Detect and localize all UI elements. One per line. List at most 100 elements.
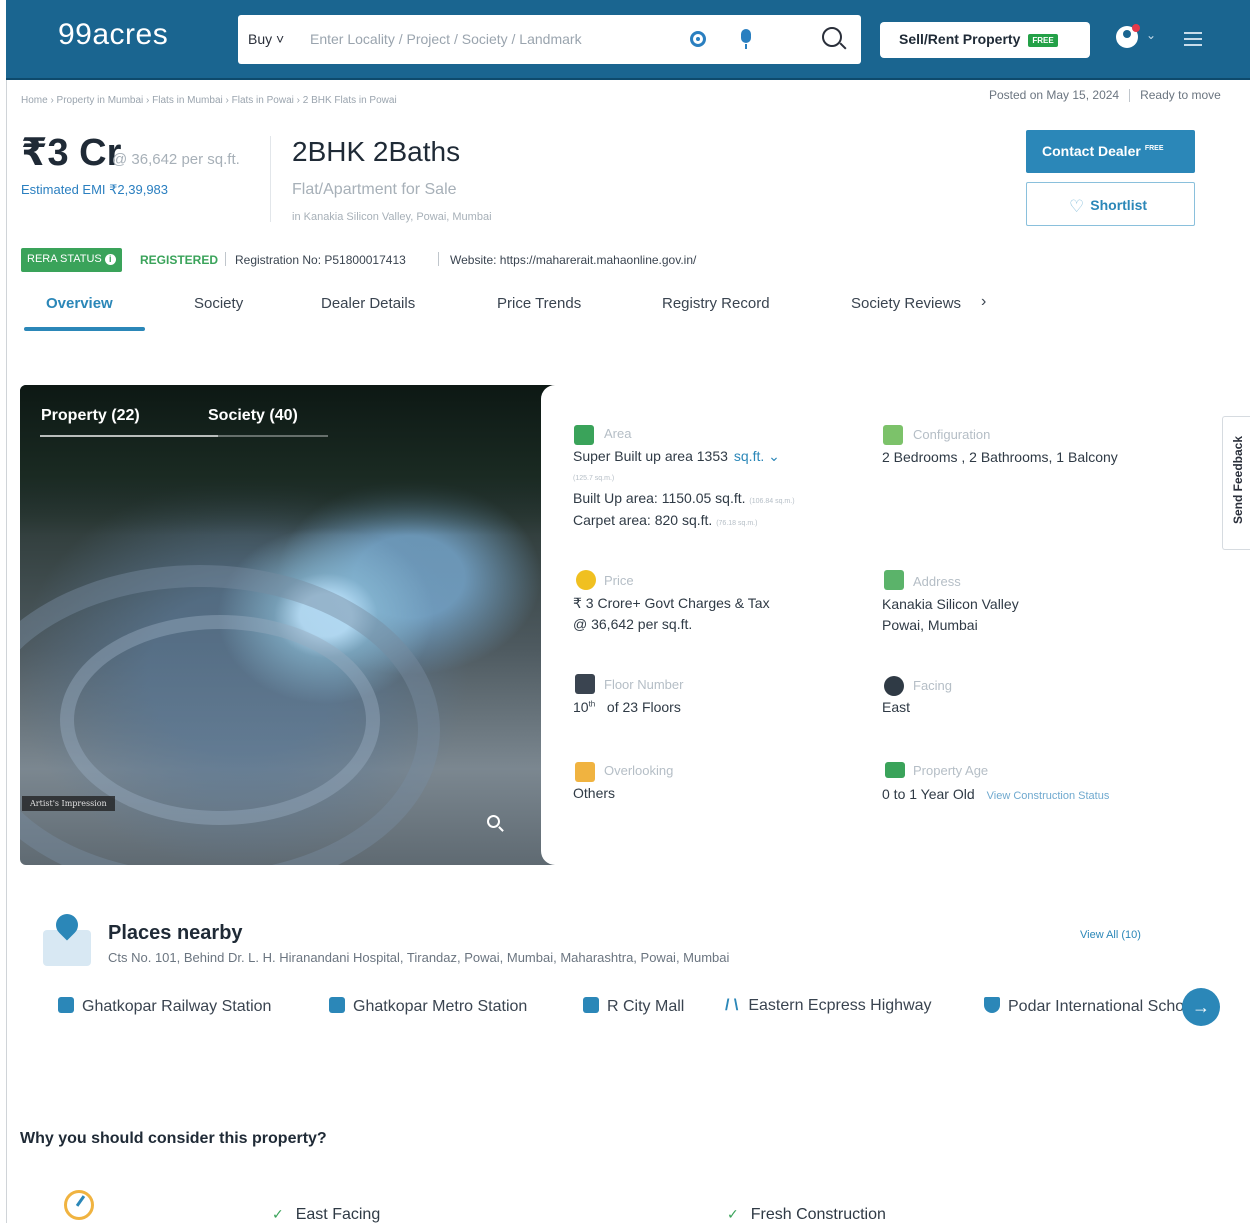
microphone-icon[interactable] [741, 29, 751, 49]
estimated-emi-link[interactable]: Estimated EMI ₹2,39,983 [21, 182, 168, 198]
map-pin-icon [43, 909, 91, 966]
built-up-value: Built Up area: 1150.05 sq.ft. [573, 490, 746, 506]
contact-dealer-button[interactable]: Contact Dealer FREE [1026, 130, 1195, 173]
sell-rent-property-button[interactable]: Sell/Rent Property FREE [880, 22, 1090, 58]
artist-impression-label: Artist's Impression [22, 796, 115, 811]
chevron-right-icon[interactable]: › [981, 293, 986, 311]
carpet-area: Carpet area: 820 sq.ft. (76.18 sq.m.) [573, 512, 757, 528]
overlooking-icon [575, 762, 595, 782]
floor-value: 10th of 23 Floors [573, 699, 681, 715]
search-input[interactable]: Enter Locality / Project / Society / Lan… [310, 31, 582, 47]
poi-chip[interactable]: R City Mall [583, 997, 684, 1016]
check-icon: ✓ [272, 1206, 284, 1222]
location-target-icon[interactable] [690, 31, 706, 47]
rera-registered-status: REGISTERED [140, 253, 219, 267]
shortlist-button[interactable]: ♡ Shortlist [1026, 182, 1195, 226]
send-feedback-tab[interactable]: Send Feedback [1222, 416, 1250, 550]
site-logo[interactable]: 99acres [58, 18, 168, 52]
rera-website-link[interactable]: Website: https://maharerait.mahaonline.g… [450, 253, 696, 267]
breadcrumb[interactable]: Home › Property in Mumbai › Flats in Mum… [21, 95, 397, 106]
possession-status: Ready to move [1140, 88, 1221, 102]
area-label: Area [604, 426, 632, 441]
poi-chip[interactable]: Podar International School [984, 997, 1195, 1016]
contact-dealer-label: Contact Dealer [1042, 143, 1141, 159]
configuration-icon [883, 425, 903, 445]
overlooking-value: Others [573, 785, 616, 801]
gallery-tab-indicator [40, 435, 218, 437]
info-icon[interactable]: i [104, 254, 116, 265]
listing-location[interactable]: in Kanakia Silicon Valley, Powai, Mumbai [292, 211, 492, 223]
tab-society-reviews[interactable]: Society Reviews [851, 295, 961, 312]
view-construction-status-link[interactable]: View Construction Status [987, 790, 1110, 802]
why-item: ✓ Fresh Construction [727, 1206, 886, 1223]
price-value: ₹ 3 Crore+ Govt Charges & Tax [573, 595, 770, 611]
area-icon [574, 425, 594, 445]
tab-dealer-details[interactable]: Dealer Details [321, 295, 415, 312]
address-signpost-icon [884, 570, 904, 590]
price-per-sqft: @ 36,642 per sq.ft. [112, 151, 240, 168]
property-age-text: 0 to 1 Year Old [882, 786, 975, 802]
view-all-places-link[interactable]: View All (10) [1080, 929, 1141, 941]
school-icon [984, 997, 1000, 1013]
property-photo-gallery[interactable]: Property (22) Society (40) Artist's Impr… [20, 385, 576, 865]
carpet-sqm: (76.18 sq.m.) [716, 520, 758, 527]
rera-status-badge[interactable]: RERA STATUS i [21, 248, 122, 272]
active-tab-indicator [24, 327, 145, 331]
buy-dropdown[interactable]: Buy ˅ [248, 31, 284, 47]
super-built-sqm: (125.7 sq.m.) [573, 475, 615, 482]
poi-chip[interactable]: / \ Eastern Ecpress Highway [725, 997, 932, 1015]
highway-icon: / \ [725, 997, 739, 1014]
address-label: Address [913, 574, 961, 589]
menu-icon[interactable] [1184, 32, 1202, 46]
rera-badge-label: RERA STATUS [27, 253, 102, 265]
listing-subtitle: Flat/Apartment for Sale [292, 181, 457, 198]
gallery-tab-society[interactable]: Society (40) [208, 407, 298, 425]
floor-number: 10 [573, 699, 589, 715]
tab-overview[interactable]: Overview [46, 295, 113, 312]
listing-title: 2BHK 2Baths [292, 136, 461, 167]
price-per-sqft-value: @ 36,642 per sq.ft. [573, 616, 693, 632]
why-item-label: Fresh Construction [750, 1206, 886, 1223]
top-header: 99acres Buy ˅ Enter Locality / Project /… [6, 0, 1250, 80]
address-line2: Powai, Mumbai [882, 617, 978, 633]
tab-registry-record[interactable]: Registry Record [662, 295, 770, 312]
why-item: ✓ East Facing [272, 1206, 380, 1223]
poi-overflow-container: Podar International School [980, 990, 1195, 1024]
floor-building-icon [575, 674, 595, 694]
tab-society[interactable]: Society [194, 295, 243, 312]
poi-label: R City Mall [607, 998, 685, 1015]
gallery-image [60, 615, 380, 825]
chevron-down-icon[interactable]: ⌄ [1146, 28, 1156, 42]
places-nearby-title: Places nearby [108, 922, 243, 944]
super-built-up-value: Super Built up area 1353 [573, 448, 728, 464]
address-line1: Kanakia Silicon Valley [882, 596, 1019, 612]
gallery-tab-property[interactable]: Property (22) [41, 407, 140, 425]
poi-label: Ghatkopar Metro Station [353, 998, 528, 1015]
poi-chip[interactable]: Ghatkopar Railway Station [58, 997, 271, 1016]
overlooking-label: Overlooking [604, 763, 674, 778]
divider [270, 136, 271, 222]
poi-label: Ghatkopar Railway Station [82, 998, 272, 1015]
posted-info: Posted on May 15, 2024 Ready to move [989, 88, 1221, 103]
poi-label: Podar International School [1008, 998, 1195, 1015]
search-bar[interactable]: Buy ˅ Enter Locality / Project / Society… [238, 15, 861, 64]
why-consider-title: Why you should consider this property? [20, 1130, 327, 1147]
super-built-up-area: Super Built up area 1353 sq.ft. ⌄ [573, 448, 780, 465]
shopping-basket-icon [583, 997, 599, 1013]
zoom-icon[interactable] [487, 815, 500, 828]
property-age-value: 0 to 1 Year Old View Construction Status [882, 786, 1109, 802]
property-age-icon [885, 762, 905, 778]
free-badge: FREE [1144, 145, 1164, 153]
next-arrow-button[interactable]: → [1182, 988, 1220, 1026]
poi-chip[interactable]: Ghatkopar Metro Station [329, 997, 527, 1016]
notification-dot [1132, 24, 1140, 32]
compass-icon [64, 1190, 94, 1220]
search-icon[interactable] [822, 27, 842, 47]
tab-price-trends[interactable]: Price Trends [497, 295, 581, 312]
floor-label: Floor Number [604, 677, 684, 692]
unit-dropdown[interactable]: sq.ft. ⌄ [734, 448, 780, 464]
floor-suffix: th [588, 699, 596, 709]
check-icon: ✓ [727, 1206, 739, 1222]
price-label: Price [604, 573, 634, 588]
sell-rent-label: Sell/Rent Property [899, 31, 1021, 47]
